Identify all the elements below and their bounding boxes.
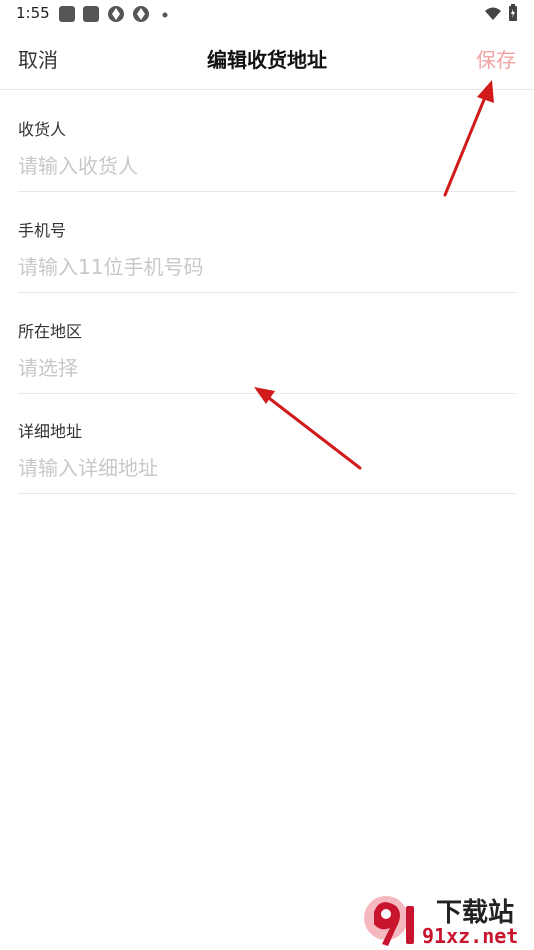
arrow-to-region-icon bbox=[254, 387, 362, 470]
arrow-to-save-icon bbox=[443, 80, 494, 197]
watermark-logo: 下载站 91xz.net bbox=[360, 888, 534, 950]
watermark-badge-icon bbox=[364, 896, 414, 946]
watermark-url: 91xz.net bbox=[422, 924, 519, 948]
annotation-arrows bbox=[254, 80, 494, 470]
